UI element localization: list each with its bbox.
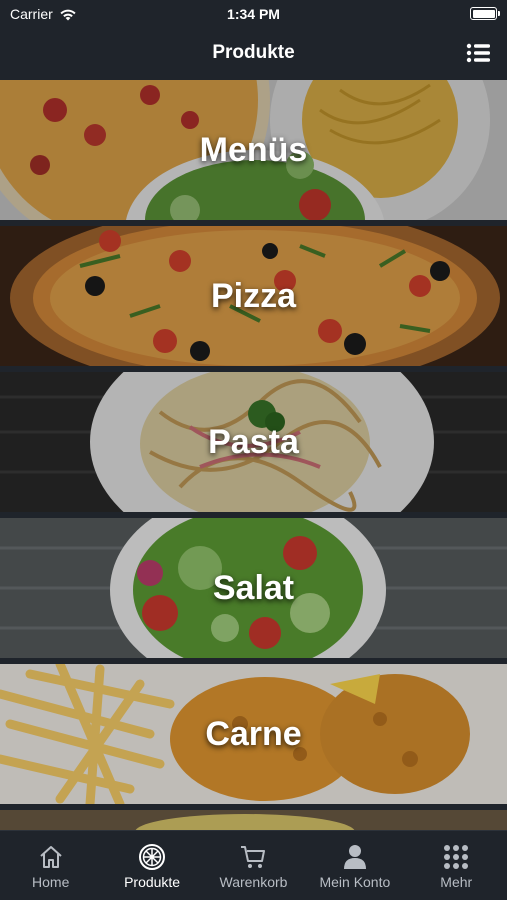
next-category-image <box>0 810 507 830</box>
grid-icon <box>444 845 469 869</box>
tab-mehr[interactable]: Mehr <box>406 831 507 900</box>
tab-label: Mein Konto <box>319 874 391 890</box>
category-label: Pizza <box>210 277 297 315</box>
category-pasta[interactable]: Pasta <box>0 372 507 512</box>
list-menu-button[interactable] <box>465 41 493 65</box>
category-next-partial[interactable] <box>0 810 507 830</box>
tab-warenkorb[interactable]: Warenkorb <box>203 831 304 900</box>
tab-label: Produkte <box>124 874 181 890</box>
tab-label: Mehr <box>440 874 473 890</box>
tab-produkte[interactable]: Produkte <box>101 831 202 900</box>
tab-mein-konto[interactable]: Mein Konto <box>304 831 405 900</box>
category-label: Salat <box>212 569 295 607</box>
category-pizza[interactable]: Pizza <box>0 226 507 366</box>
tab-label: Warenkorb <box>219 874 288 890</box>
list-icon <box>466 43 490 63</box>
page-title: Produkte <box>212 42 295 63</box>
status-time: 1:34 PM <box>227 6 280 22</box>
user-icon <box>343 845 366 869</box>
battery-icon <box>470 7 500 20</box>
home-icon <box>40 846 62 868</box>
tab-label: Home <box>32 874 70 890</box>
category-list: Menüs Pizza Pasta Salat Carne <box>0 80 507 830</box>
category-carne[interactable]: Carne <box>0 664 507 804</box>
category-label: Pasta <box>208 423 299 461</box>
status-bar: Carrier 1:34 PM <box>0 0 507 28</box>
tab-bar: Home Produkte Warenkorb Mein Konto Mehr <box>0 830 507 900</box>
category-menus[interactable]: Menüs <box>0 80 507 220</box>
navigation-bar: Produkte <box>0 28 507 78</box>
category-label: Menüs <box>199 131 308 169</box>
cart-icon <box>241 846 266 868</box>
category-salat[interactable]: Salat <box>0 518 507 658</box>
pizza-icon <box>139 844 166 870</box>
category-label: Carne <box>205 715 302 753</box>
tab-home[interactable]: Home <box>0 831 101 900</box>
